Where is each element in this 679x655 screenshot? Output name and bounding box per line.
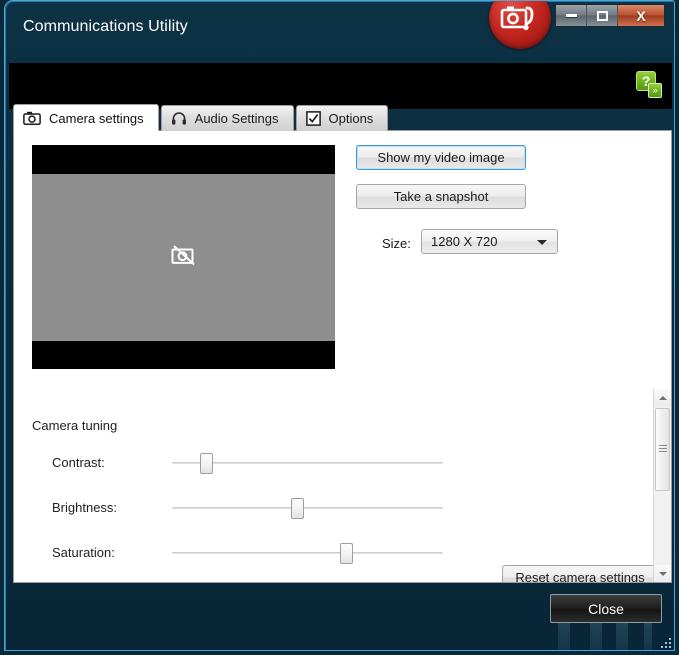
scrollbar-thumb[interactable]: [655, 408, 670, 491]
contrast-label: Contrast:: [52, 455, 105, 470]
brightness-slider-thumb[interactable]: [290, 498, 304, 519]
saturation-slider-track[interactable]: [172, 543, 443, 564]
camera-icon: [23, 111, 41, 125]
size-dropdown-value: 1280 X 720: [431, 234, 498, 249]
toolbar-band: ? »: [9, 63, 672, 109]
tab-audio-settings[interactable]: Audio Settings: [160, 105, 294, 131]
application-window: Communications Utility X ? » Camera sett…: [0, 0, 679, 655]
checkbox-checked-icon: [305, 111, 321, 126]
scroll-up-arrow-icon[interactable]: [654, 389, 671, 406]
close-button[interactable]: Close: [550, 594, 662, 623]
size-label: Size:: [382, 236, 411, 251]
chevron-down-icon: [537, 240, 547, 245]
brightness-slider-row: Brightness:: [14, 496, 671, 520]
take-a-snapshot-button[interactable]: Take a snapshot: [356, 184, 526, 209]
brightness-slider-track[interactable]: [172, 498, 443, 519]
contrast-slider-track[interactable]: [172, 453, 443, 474]
tab-strip: Camera settings Audio Settings Options: [13, 104, 390, 131]
size-dropdown[interactable]: 1280 X 720: [421, 229, 558, 254]
close-window-button[interactable]: X: [618, 5, 664, 26]
maximize-button[interactable]: [587, 5, 618, 26]
help-question-icon[interactable]: ? »: [636, 71, 662, 99]
tab-label: Options: [328, 111, 374, 126]
minimize-button[interactable]: [556, 5, 587, 26]
help-icon-badge: »: [648, 83, 662, 98]
saturation-slider-row: Saturation:: [14, 541, 671, 565]
brightness-label: Brightness:: [52, 500, 118, 515]
contrast-slider-thumb[interactable]: [200, 453, 214, 474]
scrollbar-grip: [659, 445, 667, 454]
headset-icon: [171, 111, 187, 126]
scroll-down-arrow-icon[interactable]: [654, 565, 671, 582]
window-controls: X: [555, 4, 665, 27]
tab-label: Audio Settings: [194, 111, 279, 126]
maximize-icon: [596, 10, 608, 21]
camera-phone-logo-icon: [489, 1, 551, 49]
tab-camera-settings[interactable]: Camera settings: [13, 104, 159, 131]
minimize-icon: [565, 14, 577, 17]
camera-disabled-icon: [169, 243, 199, 272]
resize-grip[interactable]: [657, 634, 671, 648]
show-my-video-image-button[interactable]: Show my video image: [356, 145, 526, 170]
video-preview[interactable]: [32, 145, 335, 369]
window-title: Communications Utility: [23, 18, 188, 35]
tab-label: Camera settings: [49, 110, 144, 126]
reset-camera-settings-button[interactable]: Reset camera settings: [502, 565, 658, 582]
title-bar: Communications Utility X: [5, 1, 674, 57]
saturation-slider-thumb[interactable]: [339, 543, 353, 564]
window-frame: Communications Utility X ? » Camera sett…: [4, 0, 675, 651]
camera-settings-panel: Show my video image Take a snapshot Size…: [13, 130, 672, 583]
panel-scrollbar[interactable]: [653, 389, 671, 582]
contrast-slider-row: Contrast:: [14, 451, 671, 475]
video-preview-surface: [32, 174, 335, 341]
close-icon: X: [636, 7, 646, 24]
camera-tuning-title: Camera tuning: [32, 418, 118, 433]
saturation-label: Saturation:: [52, 545, 115, 560]
tab-options[interactable]: Options: [295, 105, 389, 131]
